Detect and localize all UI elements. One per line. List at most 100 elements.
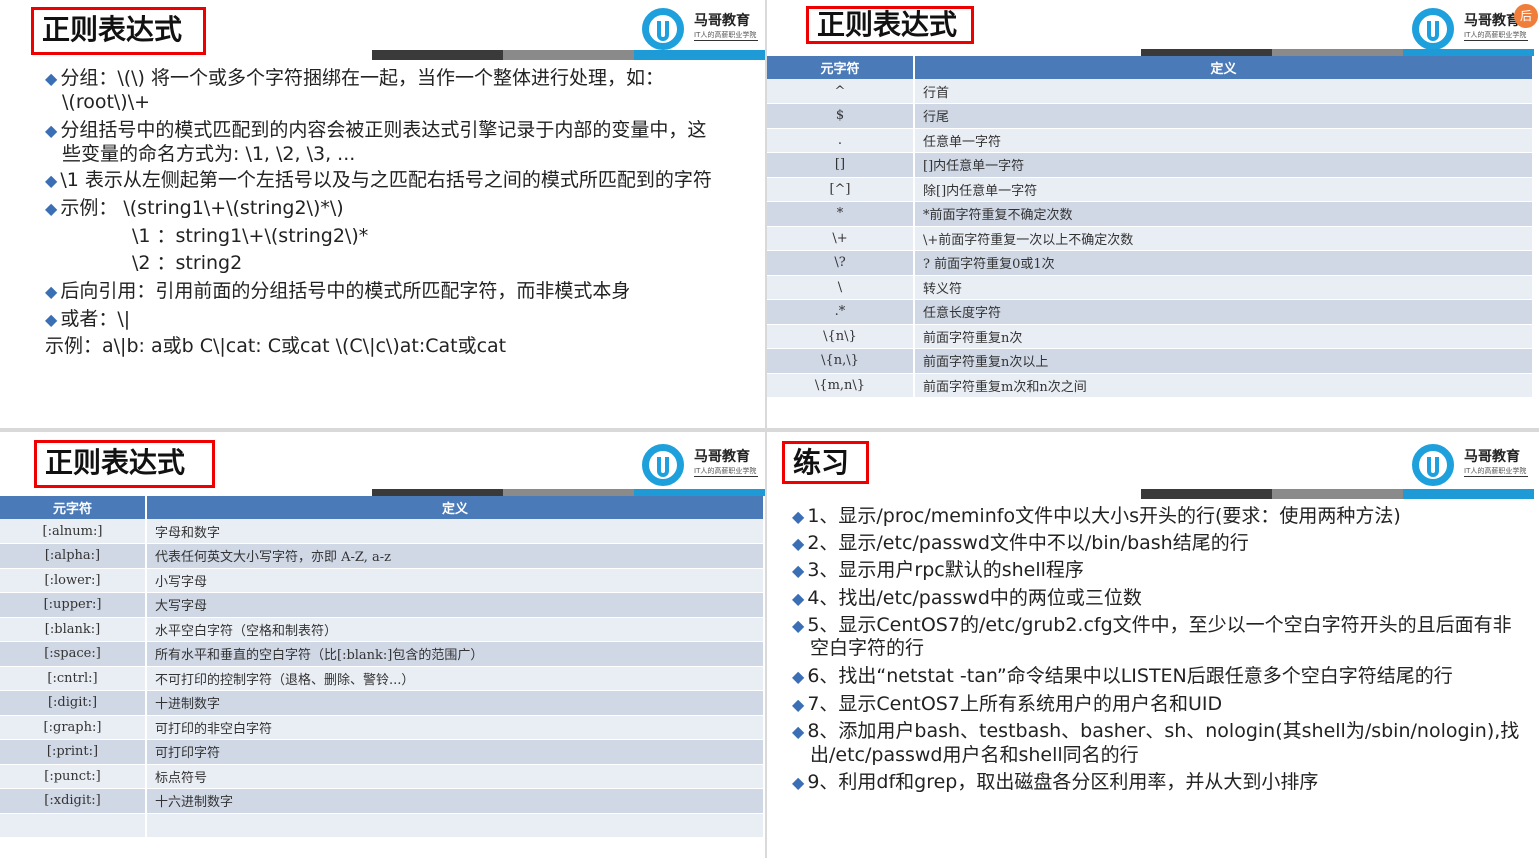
- metachar-cell: \+: [767, 226, 914, 251]
- metachar-cell: [:upper:]: [0, 593, 146, 618]
- definition-cell: 大写字母: [146, 593, 764, 618]
- definition-cell: 标点符号: [146, 764, 764, 789]
- diamond-bullet-icon: ◆: [792, 561, 804, 580]
- header-stripe: [372, 50, 765, 60]
- definition-cell: 除[]内任意单一字符: [914, 177, 1533, 202]
- table-row: [:graph:]可打印的非空白字符: [0, 715, 764, 740]
- table-row: [:cntrl:]不可打印的控制字符（退格、删除、警铃...）: [0, 666, 764, 691]
- line-text: \1 表示从左侧起第一个左括号以及与之匹配右括号之间的模式所匹配到的字符: [60, 169, 712, 191]
- logo-slogan: IT人的高薪职业学院: [1464, 466, 1528, 477]
- logo-icon: [1412, 444, 1454, 486]
- metachar-cell: *: [767, 202, 914, 227]
- diamond-bullet-icon: ◆: [792, 667, 804, 686]
- header-definition: 定义: [146, 496, 764, 519]
- logo: 马哥教育IT人的高薪职业学院: [1412, 442, 1537, 490]
- definition-cell: 不可打印的控制字符（退格、删除、警铃...）: [146, 666, 764, 691]
- line-text: 或者：\|: [60, 308, 130, 330]
- metachar-cell: [:cntrl:]: [0, 666, 146, 691]
- metachar-cell: .: [767, 128, 914, 153]
- floating-badge-icon[interactable]: 后: [1514, 4, 1538, 28]
- diamond-bullet-icon: ◆: [792, 589, 804, 608]
- table-row: [:blank:]水平空白字符（空格和制表符）: [0, 617, 764, 642]
- definition-cell: 小写字母: [146, 568, 764, 593]
- exercise-text: 2、显示/etc/passwd文件中不以/bin/bash结尾的行: [807, 532, 1248, 554]
- table-row: [^]除[]内任意单一字符: [767, 177, 1533, 202]
- line-text: 后向引用：引用前面的分组括号中的模式所匹配字符，而非模式本身: [60, 280, 630, 302]
- metachar-cell: [:alpha:]: [0, 544, 146, 569]
- line-text: 些变量的命名方式为: \1, \2, \3, ...: [62, 143, 355, 165]
- metachar-cell: [:blank:]: [0, 617, 146, 642]
- metachar-table: 元字符定义^行首$行尾.任意单一字符[][]内任意单一字符[^]除[]内任意单一…: [767, 56, 1534, 398]
- metachar-cell: [:lower:]: [0, 568, 146, 593]
- exercise-text: 3、显示用户rpc默认的shell程序: [807, 559, 1084, 581]
- metachar-cell: [:xdigit:]: [0, 789, 146, 814]
- table-row: .*任意长度字符: [767, 300, 1533, 325]
- definition-cell: 所有水平和垂直的空白字符（比[:blank:]包含的范围广）: [146, 642, 764, 667]
- exercise-text: 出/etc/passwd用户名和shell同名的行: [810, 744, 1139, 766]
- exercise-item: ◆4、找出/etc/passwd中的两位或三位数: [792, 586, 1142, 611]
- diamond-bullet-icon: ◆: [45, 199, 57, 218]
- metachar-cell: .*: [767, 300, 914, 325]
- exercise-item: ◆6、找出“netstat -tan”命令结果中以LISTEN后跟任意多个空白字…: [792, 664, 1453, 689]
- header-stripe: [1141, 489, 1534, 499]
- metachar-cell: ^: [767, 79, 914, 104]
- posix-class-table: 元字符定义[:alnum:]字母和数字[:alpha:]代表任何英文大小写字符，…: [0, 496, 765, 838]
- header-stripe: [1141, 49, 1534, 56]
- line-text: \(root\)\+: [62, 91, 150, 113]
- definition-cell: 可打印字符: [146, 740, 764, 765]
- exercise-item: ◆9、利用df和grep，取出磁盘各分区利用率，并从大到小排序: [792, 770, 1318, 795]
- diamond-bullet-icon: ◆: [792, 534, 804, 553]
- exercise-item: ◆2、显示/etc/passwd文件中不以/bin/bash结尾的行: [792, 531, 1249, 556]
- line-text: 示例：a\|b: a或b C\|cat: C或cat \(C\|c\)at:Ca…: [45, 335, 506, 357]
- bullet-line: ◆或者：\|: [45, 307, 130, 332]
- metachar-cell: [:print:]: [0, 740, 146, 765]
- diamond-bullet-icon: ◆: [792, 695, 804, 714]
- table-header: 元字符定义: [0, 496, 764, 519]
- metachar-cell: [:punct:]: [0, 764, 146, 789]
- slide-grouping: 正则表达式 马哥教育IT人的高薪职业学院 ◆分组：\(\) 将一个或多个字符捆绑…: [0, 0, 765, 428]
- header-stripe: [372, 489, 765, 496]
- bullet-line: \2 ：string2: [132, 251, 242, 275]
- diamond-bullet-icon: ◆: [45, 310, 57, 329]
- table-row: \{n\}前面字符重复n次: [767, 324, 1533, 349]
- definition-cell: []内任意单一字符: [914, 153, 1533, 178]
- definition-cell: 可打印的非空白字符: [146, 715, 764, 740]
- definition-cell: 行首: [914, 79, 1533, 104]
- table-row: [:alnum:]字母和数字: [0, 519, 764, 544]
- table-row: .任意单一字符: [767, 128, 1533, 153]
- table-row: \{m,n\}前面字符重复m次和n次之间: [767, 373, 1533, 398]
- line-text: \1 ：string1\+\(string2\)*: [132, 225, 368, 247]
- slide-title: 正则表达式: [34, 440, 215, 488]
- definition-cell: ? 前面字符重复0或1次: [914, 251, 1533, 276]
- table-row: [:lower:]小写字母: [0, 568, 764, 593]
- exercise-item: 空白字符的行: [810, 636, 924, 660]
- definition-cell: 代表任何英文大小写字符，亦即 A-Z, a-z: [146, 544, 764, 569]
- logo-slogan: IT人的高薪职业学院: [694, 466, 758, 477]
- metachar-cell: [:alnum:]: [0, 519, 146, 544]
- definition-cell: 字母和数字: [146, 519, 764, 544]
- metachar-cell: []: [767, 153, 914, 178]
- exercise-text: 5、显示CentOS7的/etc/grub2.cfg文件中，至少以一个空白字符开…: [807, 614, 1511, 636]
- diamond-bullet-icon: ◆: [45, 69, 57, 88]
- table-row: \{n,\}前面字符重复n次以上: [767, 349, 1533, 374]
- header-metachar: 元字符: [0, 496, 146, 519]
- exercise-text: 空白字符的行: [810, 637, 924, 659]
- definition-cell: 十进制数字: [146, 691, 764, 716]
- bullet-line: ◆分组括号中的模式匹配到的内容会被正则表达式引擎记录于内部的变量中，这: [45, 118, 706, 143]
- metachar-cell: \{n,\}: [767, 349, 914, 374]
- metachar-cell: [:space:]: [0, 642, 146, 667]
- table-header: 元字符定义: [767, 56, 1533, 79]
- line-text: 分组括号中的模式匹配到的内容会被正则表达式引擎记录于内部的变量中，这: [60, 119, 706, 141]
- exercise-item: ◆3、显示用户rpc默认的shell程序: [792, 558, 1084, 583]
- diamond-bullet-icon: ◆: [45, 171, 57, 190]
- table-row: **前面字符重复不确定次数: [767, 202, 1533, 227]
- definition-cell: 转义符: [914, 275, 1533, 300]
- definition-cell: 水平空白字符（空格和制表符）: [146, 617, 764, 642]
- line-text: 示例： \(string1\+\(string2\)*\): [60, 197, 343, 219]
- definition-cell: 前面字符重复n次: [914, 324, 1533, 349]
- logo-name: 马哥教育: [1464, 446, 1520, 466]
- logo-icon: [642, 444, 684, 486]
- metachar-cell: \{n\}: [767, 324, 914, 349]
- metachar-cell: [:digit:]: [0, 691, 146, 716]
- line-text: 分组：\(\) 将一个或多个字符捆绑在一起，当作一个整体进行处理，如：: [60, 67, 664, 89]
